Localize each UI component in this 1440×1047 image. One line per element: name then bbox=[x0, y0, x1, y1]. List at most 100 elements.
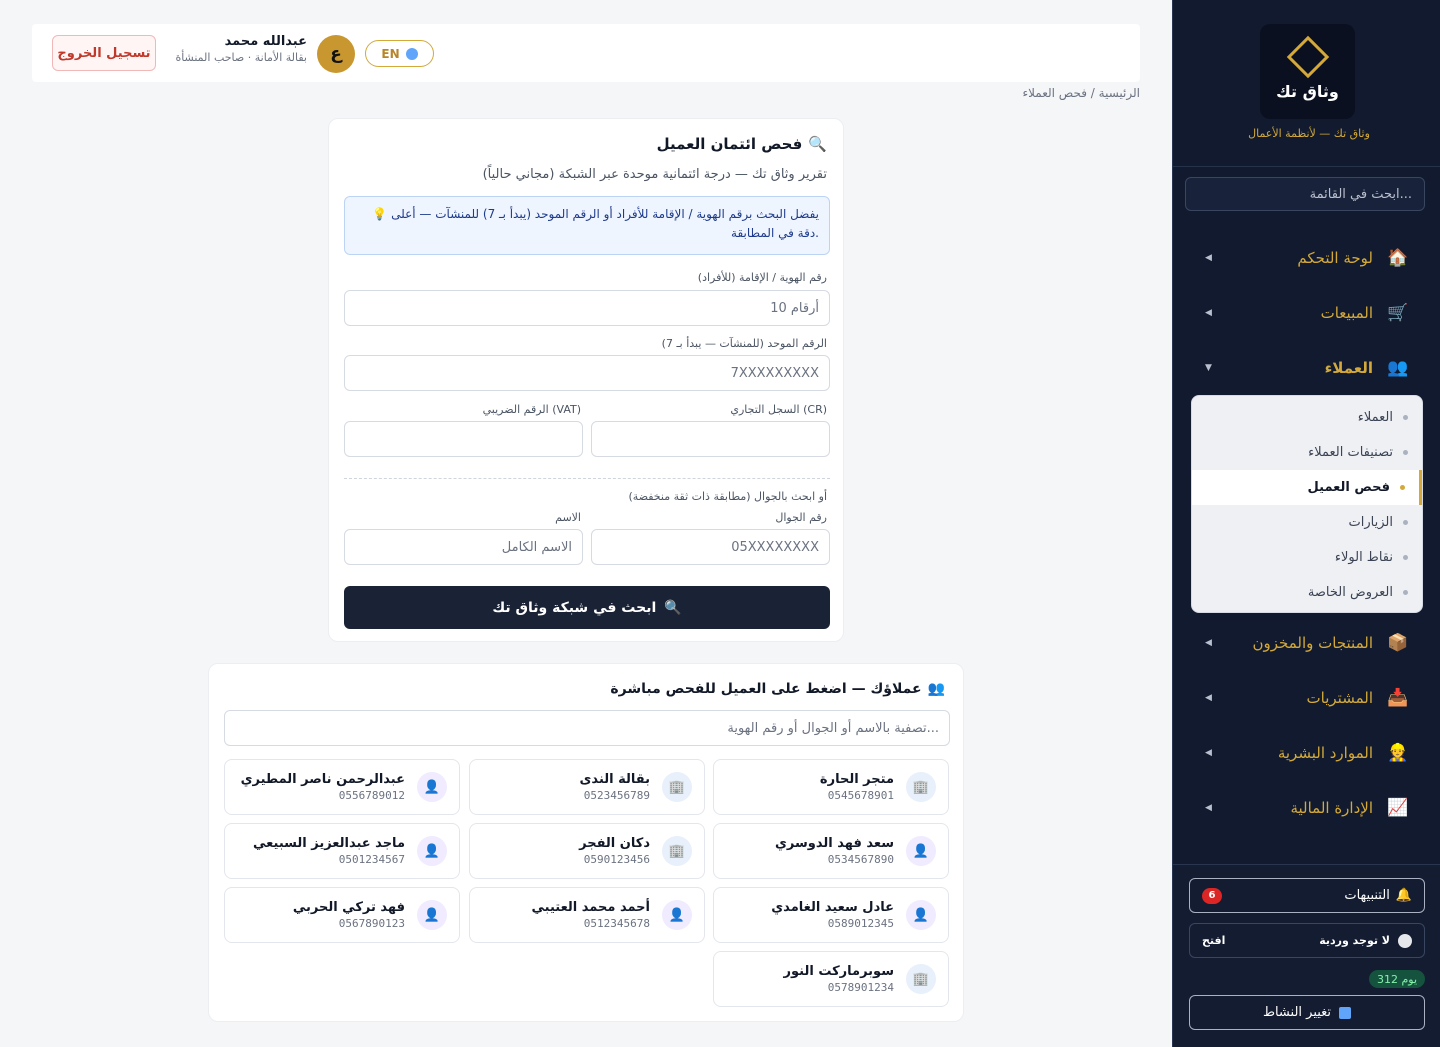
submenu-item-5[interactable]: العروض الخاصة bbox=[1192, 575, 1422, 610]
sidebar-item-0[interactable]: ◀ لوحة التحكم 🏠 bbox=[1173, 230, 1440, 285]
customer-info: أحمد محمد العتيبي 0512345678 bbox=[532, 900, 651, 930]
customer-card[interactable]: بقالة الندى 0523456789 🏢 bbox=[469, 759, 705, 815]
customer-info: دكان الفجر 0590123456 bbox=[579, 836, 650, 866]
credit-check-card: فحص ائتمان العميل 🔍 تقرير وثاق تك — درجة… bbox=[328, 118, 844, 642]
person-icon: 👤 bbox=[906, 836, 936, 866]
customer-phone: 0523456789 bbox=[583, 789, 650, 802]
person-icon: 👤 bbox=[662, 900, 692, 930]
switch-activity-button[interactable]: تغيير النشاط bbox=[1189, 995, 1425, 1030]
sidebar-item-2[interactable]: ▼ العملاء 👥 bbox=[1173, 340, 1440, 395]
notification-count-badge: 6 bbox=[1202, 887, 1222, 904]
logout-button[interactable]: تسجيل الخروج bbox=[52, 35, 156, 71]
chevron-left-icon: ◀ bbox=[1205, 692, 1212, 703]
shift-label: لا توجد وردية bbox=[1319, 934, 1390, 947]
unified-label: الرقم الموحد (للمنشآت — يبدأ بـ 7) bbox=[661, 337, 827, 350]
customer-info: سعد فهد الدوسري 0534567890 bbox=[775, 836, 894, 866]
search-button-label: ابحث في شبكة وثاق تك bbox=[492, 599, 657, 616]
sidebar-item-content: الموارد البشرية 👷 bbox=[1278, 742, 1409, 764]
submenu-item-0[interactable]: العملاء bbox=[1192, 400, 1422, 435]
customer-phone: 0501234567 bbox=[338, 853, 405, 866]
customers-card: عملاؤك — اضغط على العميل للفحص مباشرة 👥 … bbox=[208, 663, 964, 1022]
customer-name: عبدالرحمن ناصر المطيري bbox=[240, 772, 405, 787]
submenu-item-label: تصنيفات العملاء bbox=[1308, 445, 1393, 460]
sidebar-item-content: المشتريات 📥 bbox=[1307, 687, 1409, 709]
mobile-search-label: أو ابحث بالجوال (مطابقة ذات ثقة منخفضة) bbox=[628, 490, 827, 503]
house-icon: 🏠 bbox=[1387, 247, 1409, 268]
tagline: وثاق تك — لأنظمة الأعمال bbox=[1248, 127, 1370, 140]
customer-phone: 0590123456 bbox=[583, 853, 650, 866]
customer-name: أحمد محمد العتيبي bbox=[531, 900, 651, 915]
menu-search-input[interactable]: ابحث في القائمة... bbox=[1185, 177, 1425, 211]
sidebar-item-label: العملاء bbox=[1324, 358, 1373, 377]
mobile-input[interactable]: 05XXXXXXXX bbox=[591, 529, 830, 565]
cr-input[interactable] bbox=[591, 421, 830, 457]
submenu-item-4[interactable]: نقاط الولاء bbox=[1192, 540, 1422, 575]
customer-phone: 0534567890 bbox=[827, 853, 894, 866]
language-toggle[interactable]: EN bbox=[365, 40, 434, 67]
box-icon: 📦 bbox=[1387, 632, 1409, 653]
sidebar-item-6[interactable]: ◀ الإدارة المالية 📈 bbox=[1173, 780, 1440, 835]
customer-card[interactable]: عبدالرحمن ناصر المطيري 0556789012 👤 bbox=[224, 759, 460, 815]
submenu-item-2[interactable]: فحص العميل bbox=[1192, 470, 1422, 505]
divider bbox=[1173, 166, 1440, 167]
submenu-item-1[interactable]: تصنيفات العملاء bbox=[1192, 435, 1422, 470]
name-label: الاسم bbox=[555, 511, 581, 524]
customer-card[interactable]: متجر الحارة 0545678901 🏢 bbox=[713, 759, 949, 815]
customer-card[interactable]: عادل سعيد الغامدي 0589012345 👤 bbox=[713, 887, 949, 943]
building-icon: 🏢 bbox=[662, 836, 692, 866]
customer-card[interactable]: ماجد عبدالعزيز السبيعي 0501234567 👤 bbox=[224, 823, 460, 879]
chevron-left-icon: ◀ bbox=[1205, 637, 1212, 648]
network-search-button[interactable]: ابحث في شبكة وثاق تك 🔍 bbox=[344, 586, 830, 629]
sidebar-item-4[interactable]: ◀ المشتريات 📥 bbox=[1173, 670, 1440, 725]
customer-filter-input[interactable]: تصفية بالاسم أو الجوال أو رقم الهوية... bbox=[224, 710, 950, 746]
sidebar-item-content: لوحة التحكم 🏠 bbox=[1297, 247, 1409, 269]
id-label: رقم الهوية / الإقامة (للأفراد) bbox=[697, 271, 827, 284]
user-name: عبدالله محمد bbox=[224, 34, 307, 49]
id-input[interactable]: 10 أرقام bbox=[344, 290, 830, 326]
people-icon: 👥 bbox=[927, 681, 945, 697]
submenu-item-label: الزيارات bbox=[1348, 515, 1393, 530]
card-subtitle: تقرير وثاق تك — درجة ائتمانية موحدة عبر … bbox=[482, 167, 827, 182]
customers-submenu: العملاء تصنيفات العملاء فحص العميل الزيارات… bbox=[1191, 395, 1423, 613]
sidebar-item-5[interactable]: ◀ الموارد البشرية 👷 bbox=[1173, 725, 1440, 780]
customer-name: سوبرماركت النور bbox=[783, 964, 894, 979]
bullet-icon bbox=[1403, 590, 1408, 595]
customer-card[interactable]: دكان الفجر 0590123456 🏢 bbox=[469, 823, 705, 879]
vat-input[interactable] bbox=[344, 421, 583, 457]
customer-card[interactable]: سوبرماركت النور 0578901234 🏢 bbox=[713, 951, 949, 1007]
info-box: 💡 يفضل البحث برقم الهوية / الإقامة للأفر… bbox=[344, 196, 830, 255]
customer-card[interactable]: أحمد محمد العتيبي 0512345678 👤 bbox=[469, 887, 705, 943]
unified-number-input[interactable]: 7XXXXXXXXX bbox=[344, 355, 830, 391]
customer-info: فهد تركي الحربي 0567890123 bbox=[293, 900, 405, 930]
customer-card[interactable]: سعد فهد الدوسري 0534567890 👤 bbox=[713, 823, 949, 879]
logo-mark-icon bbox=[1286, 35, 1329, 79]
sidebar-item-1[interactable]: ◀ المبيعات 🛒 bbox=[1173, 285, 1440, 340]
sidebar-item-content: المنتجات والمخزون 📦 bbox=[1253, 632, 1409, 654]
logo-text: وثاق تك bbox=[1276, 82, 1339, 101]
sidebar-item-3[interactable]: ◀ المنتجات والمخزون 📦 bbox=[1173, 615, 1440, 670]
bullet-icon bbox=[1403, 520, 1408, 525]
language-label: EN bbox=[381, 46, 400, 61]
name-input[interactable]: الاسم الكامل bbox=[344, 529, 583, 565]
logo[interactable]: وثاق تك bbox=[1260, 24, 1355, 119]
notifications-label: التنبيهات bbox=[1344, 888, 1390, 903]
customer-info: عادل سعيد الغامدي 0589012345 bbox=[771, 900, 894, 930]
bell-icon: 🔔 bbox=[1395, 888, 1412, 903]
submenu-item-3[interactable]: الزيارات bbox=[1192, 505, 1422, 540]
inbox-icon: 📥 bbox=[1387, 687, 1409, 708]
customer-phone: 0545678901 bbox=[827, 789, 894, 802]
notifications-button[interactable]: 6 التنبيهات 🔔 bbox=[1189, 878, 1425, 913]
shift-status: افتح لا توجد وردية bbox=[1189, 923, 1425, 958]
customer-info: ماجد عبدالعزيز السبيعي 0501234567 bbox=[253, 836, 405, 866]
open-shift-button[interactable]: افتح bbox=[1202, 934, 1225, 947]
sidebar-item-content: العملاء 👥 bbox=[1325, 357, 1409, 379]
user-info: عبدالله محمد بقالة الأمانة · صاحب المنشأ… bbox=[172, 34, 307, 64]
bullet-icon bbox=[1403, 555, 1408, 560]
chevron-left-icon: ◀ bbox=[1205, 252, 1212, 263]
customer-phone: 0567890123 bbox=[338, 917, 405, 930]
customer-card[interactable]: فهد تركي الحربي 0567890123 👤 bbox=[224, 887, 460, 943]
breadcrumb: الرئيسية / فحص العملاء bbox=[1022, 86, 1140, 100]
chevron-left-icon: ◀ bbox=[1205, 802, 1212, 813]
bullet-icon bbox=[1403, 450, 1408, 455]
avatar[interactable]: ع bbox=[317, 35, 355, 73]
